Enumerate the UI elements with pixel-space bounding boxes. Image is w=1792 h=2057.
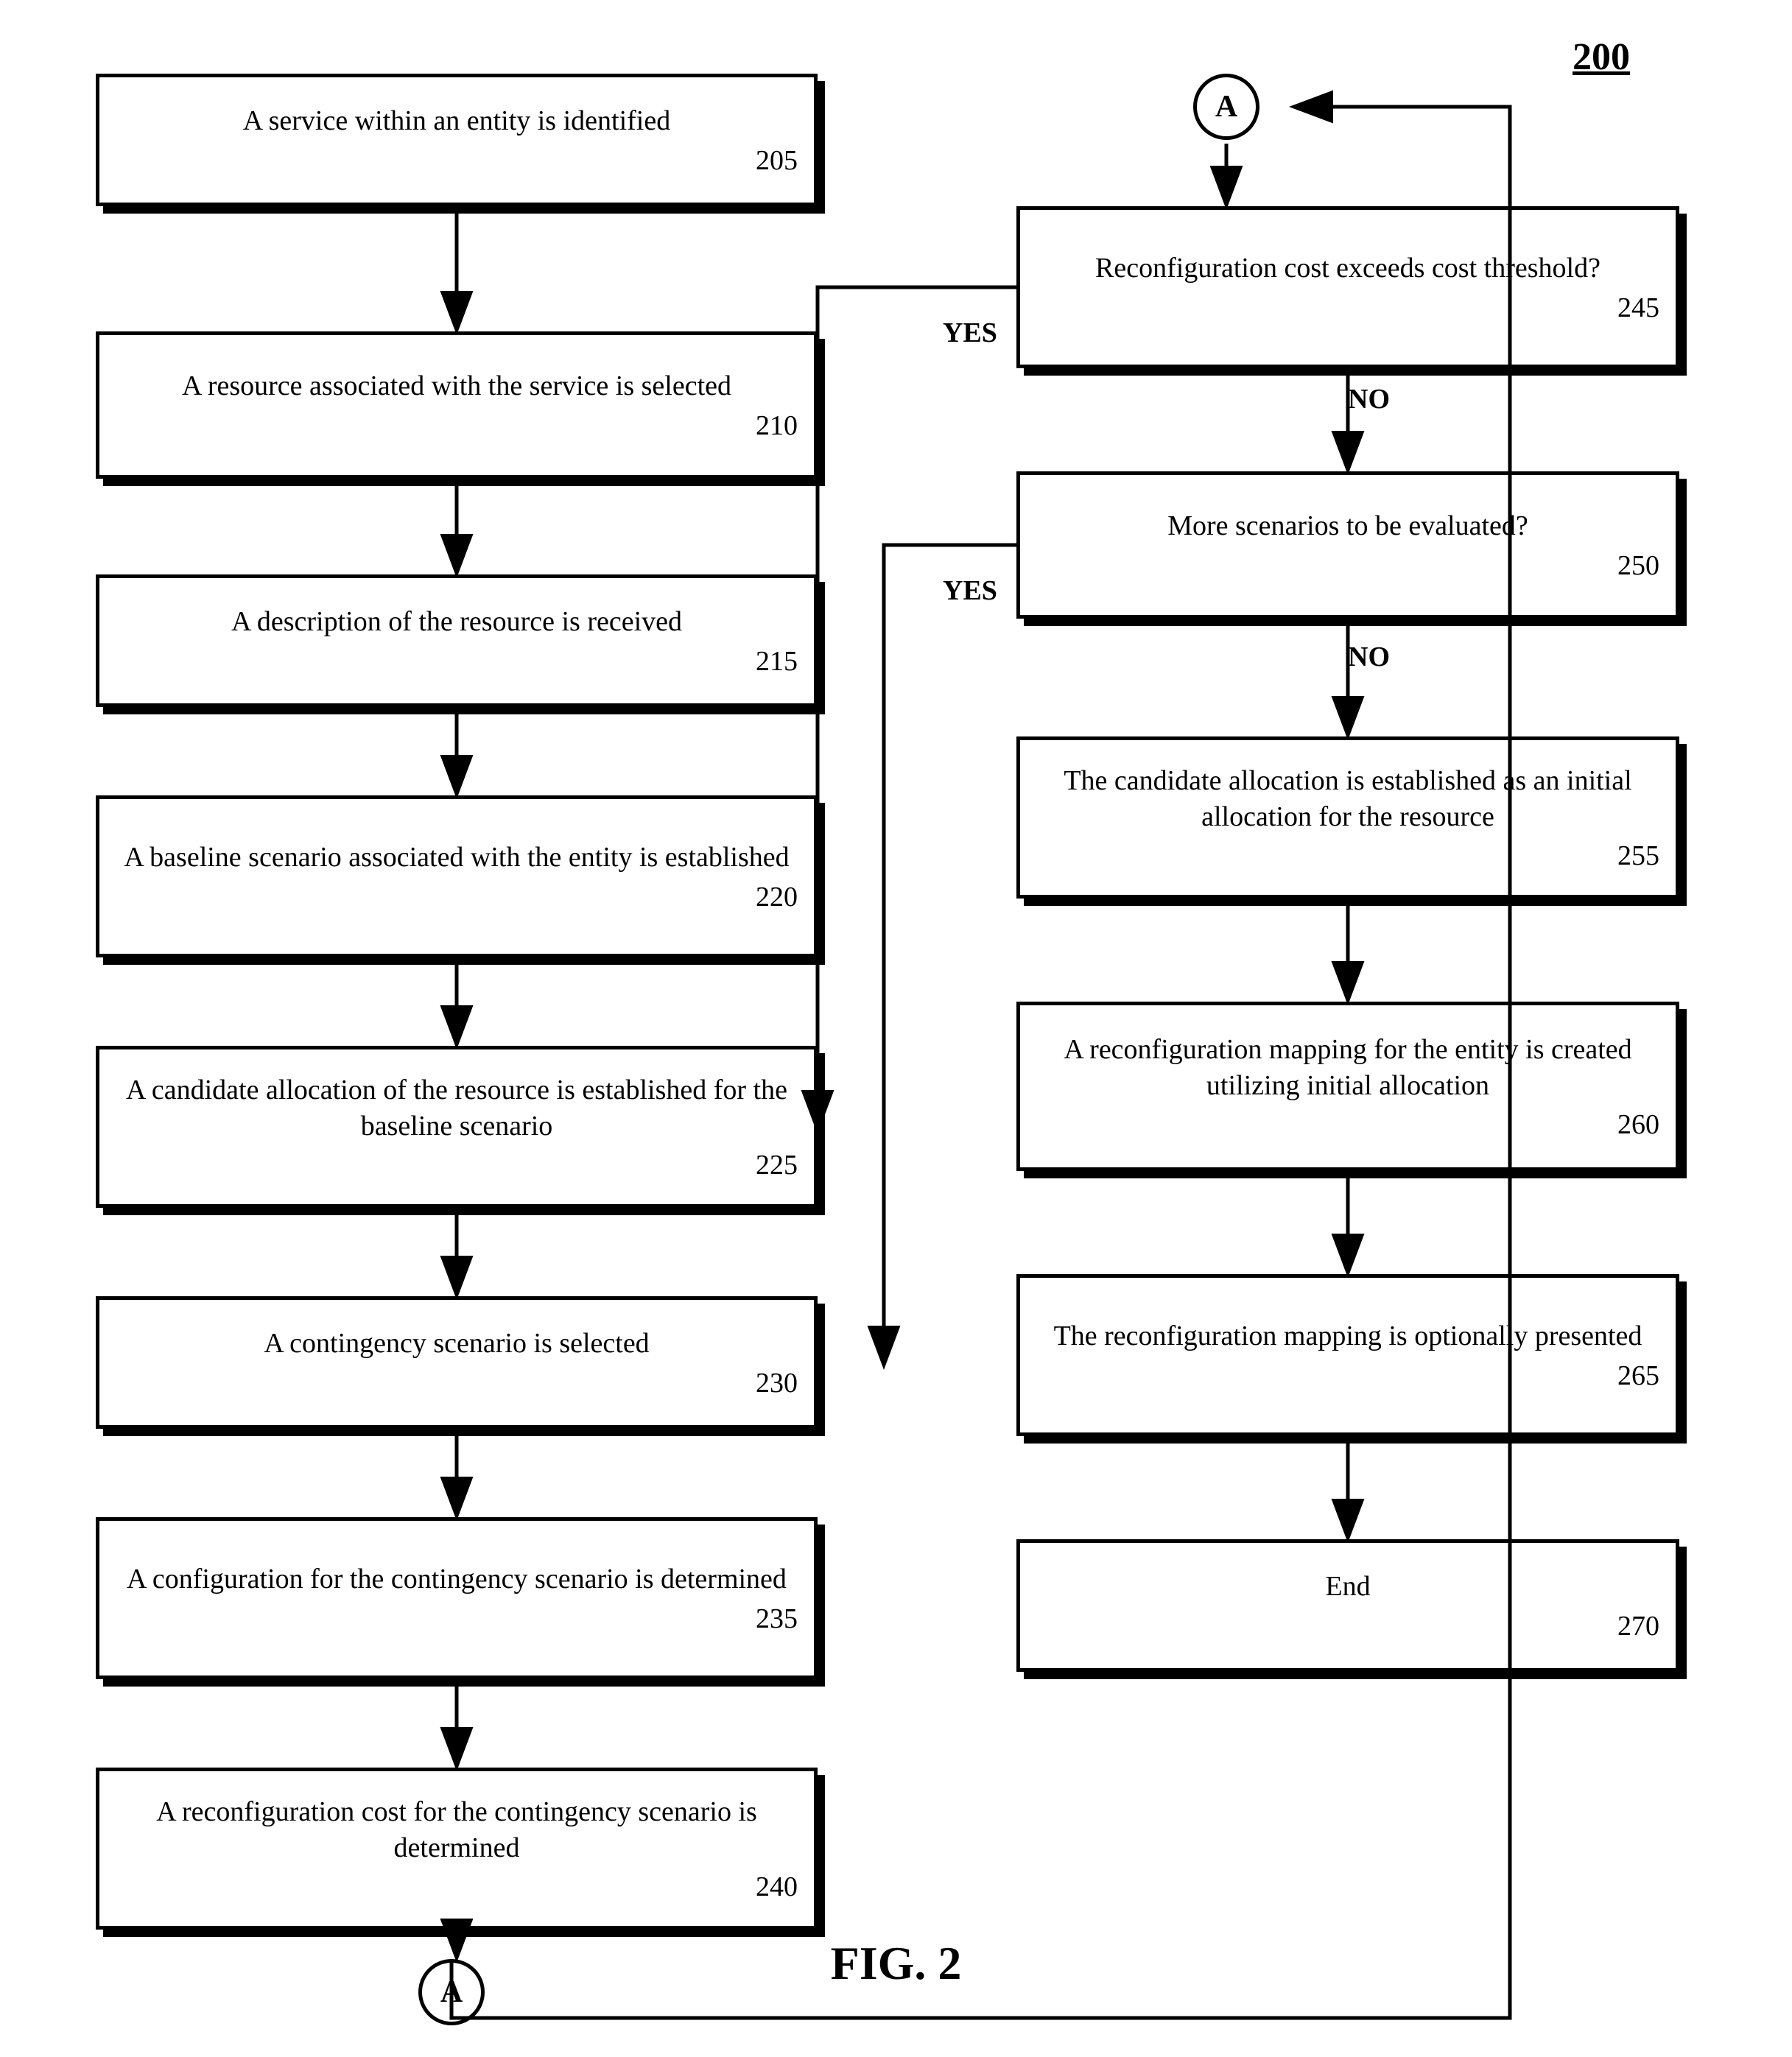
box-210: A resource associated with the service i… bbox=[96, 331, 818, 479]
circle-a-bottom: A bbox=[418, 1959, 485, 2025]
box-220: A baseline scenario associated with the … bbox=[96, 795, 818, 957]
label-no-245: NO bbox=[1348, 383, 1390, 415]
label-yes-250: YES bbox=[943, 574, 997, 607]
circle-a-top: A bbox=[1193, 74, 1259, 140]
box-230: A contingency scenario is selected 230 bbox=[96, 1296, 818, 1429]
box-245: Reconfiguration cost exceeds cost thresh… bbox=[1016, 206, 1679, 368]
box-260: A reconfiguration mapping for the entity… bbox=[1016, 1002, 1679, 1171]
box-225: A candidate allocation of the resource i… bbox=[96, 1046, 818, 1208]
label-yes-245: YES bbox=[943, 317, 997, 349]
label-no-250: NO bbox=[1348, 641, 1390, 673]
box-215: A description of the resource is receive… bbox=[96, 574, 818, 707]
fig-label: FIG. 2 bbox=[831, 1936, 962, 1991]
box-205: A service within an entity is identified… bbox=[96, 74, 818, 206]
diagram-title: 200 bbox=[1573, 35, 1630, 79]
box-240: A reconfiguration cost for the contingen… bbox=[96, 1768, 818, 1930]
box-255: The candidate allocation is established … bbox=[1016, 736, 1679, 899]
diagram-container: 200 A service within an entity is identi… bbox=[0, 0, 1792, 2057]
box-235: A configuration for the contingency scen… bbox=[96, 1517, 818, 1679]
box-250: More scenarios to be evaluated? 250 bbox=[1016, 471, 1679, 619]
box-270: End 270 bbox=[1016, 1539, 1679, 1672]
box-265: The reconfiguration mapping is optionall… bbox=[1016, 1274, 1679, 1436]
